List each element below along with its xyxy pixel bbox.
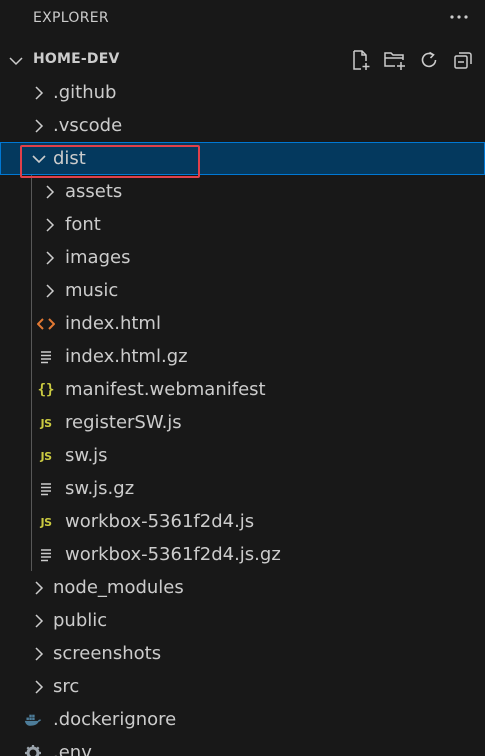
- chevron-right-icon: [41, 249, 59, 267]
- indent-guide: [31, 340, 32, 373]
- new-file-icon[interactable]: [347, 48, 375, 72]
- tree-item-label: node_modules: [53, 577, 184, 598]
- explorer-header: EXPLORER: [0, 0, 485, 36]
- tree-item-label: registerSW.js: [65, 412, 182, 433]
- chevron-right-icon: [41, 183, 59, 201]
- tree-item-label: sw.js: [65, 445, 108, 466]
- indent-guide: [31, 505, 32, 538]
- new-folder-icon[interactable]: [381, 48, 409, 72]
- tree-item-label: .dockerignore: [53, 709, 177, 730]
- indent-guide: [31, 406, 32, 439]
- indent-guide: [31, 538, 32, 571]
- chevron-right-icon: [30, 117, 48, 135]
- tree-item-label: src: [53, 676, 80, 697]
- tree-item-public[interactable]: public: [0, 604, 485, 637]
- chevron-right-icon: [30, 579, 48, 597]
- tree-item-env[interactable]: .env: [0, 736, 485, 756]
- tree-item-label: sw.js.gz: [65, 478, 135, 499]
- tree-item-screenshots[interactable]: screenshots: [0, 637, 485, 670]
- js-file-icon: JS: [40, 515, 52, 529]
- chevron-right-icon: [30, 84, 48, 102]
- chevron-right-icon: [41, 282, 59, 300]
- tree-item-github[interactable]: .github: [0, 76, 485, 109]
- collapse-all-icon[interactable]: [449, 48, 477, 72]
- workspace-title: HOME-DEV: [33, 51, 120, 67]
- html-file-icon: [37, 315, 55, 333]
- text-file-icon: [37, 546, 55, 564]
- chevron-down-icon: [8, 53, 24, 69]
- tree-item-workbox-js[interactable]: JS workbox-5361f2d4.js: [0, 505, 485, 538]
- tree-item-label: index.html.gz: [65, 346, 188, 367]
- tree-item-node-modules[interactable]: node_modules: [0, 571, 485, 604]
- tree-item-music[interactable]: music: [0, 274, 485, 307]
- docker-icon: [24, 711, 42, 729]
- text-file-icon: [37, 480, 55, 498]
- tree-item-label: index.html: [65, 313, 161, 334]
- tree-item-label: .vscode: [53, 115, 123, 136]
- tree-item-sw-js[interactable]: JS sw.js: [0, 439, 485, 472]
- tree-item-label: font: [65, 214, 101, 235]
- indent-guide: [31, 175, 32, 208]
- chevron-right-icon: [41, 216, 59, 234]
- indent-guide: [31, 439, 32, 472]
- tree-item-label: public: [53, 610, 108, 631]
- chevron-right-icon: [30, 612, 48, 630]
- tree-item-label: assets: [65, 181, 123, 202]
- tree-item-label: images: [65, 247, 131, 268]
- indent-guide: [31, 472, 32, 505]
- js-file-icon: JS: [40, 449, 52, 463]
- tree-item-images[interactable]: images: [0, 241, 485, 274]
- file-tree: .github .vscode dist assets font images …: [0, 76, 485, 756]
- explorer-title: EXPLORER: [33, 10, 109, 26]
- indent-guide: [31, 274, 32, 307]
- indent-guide: [31, 208, 32, 241]
- tree-item-label: workbox-5361f2d4.js.gz: [65, 544, 281, 565]
- tree-item-src[interactable]: src: [0, 670, 485, 703]
- tree-item-vscode[interactable]: .vscode: [0, 109, 485, 142]
- chevron-right-icon: [30, 678, 48, 696]
- tree-item-assets[interactable]: assets: [0, 175, 485, 208]
- indent-guide: [31, 373, 32, 406]
- tree-item-label: music: [65, 280, 119, 301]
- chevron-down-icon: [30, 150, 48, 168]
- tree-item-dist[interactable]: dist: [0, 142, 485, 175]
- explorer-panel: EXPLORER HOME-DEV .github .vscode dist a…: [0, 0, 485, 756]
- tree-item-manifest[interactable]: {} manifest.webmanifest: [0, 373, 485, 406]
- tree-item-sw-js-gz[interactable]: sw.js.gz: [0, 472, 485, 505]
- indent-guide: [31, 307, 32, 340]
- refresh-icon[interactable]: [415, 48, 443, 72]
- tree-item-label: dist: [53, 148, 86, 169]
- tree-item-font[interactable]: font: [0, 208, 485, 241]
- tree-item-label: .github: [53, 82, 117, 103]
- tree-item-dockerignore[interactable]: .dockerignore: [0, 703, 485, 736]
- json-file-icon: {}: [37, 382, 55, 398]
- text-file-icon: [37, 348, 55, 366]
- tree-item-registersw-js[interactable]: JS registerSW.js: [0, 406, 485, 439]
- tree-item-label: screenshots: [53, 643, 162, 664]
- tree-item-label: .env: [53, 742, 92, 756]
- ellipsis-icon[interactable]: [447, 7, 471, 27]
- section-actions: [347, 48, 477, 72]
- tree-item-label: manifest.webmanifest: [65, 379, 266, 400]
- chevron-right-icon: [30, 645, 48, 663]
- tree-item-label: workbox-5361f2d4.js: [65, 511, 255, 532]
- js-file-icon: JS: [40, 416, 52, 430]
- tree-item-index-html[interactable]: index.html: [0, 307, 485, 340]
- tree-item-workbox-js-gz[interactable]: workbox-5361f2d4.js.gz: [0, 538, 485, 571]
- indent-guide: [31, 241, 32, 274]
- workspace-section-header[interactable]: HOME-DEV: [0, 44, 485, 76]
- gear-icon: [24, 744, 42, 756]
- tree-item-index-html-gz[interactable]: index.html.gz: [0, 340, 485, 373]
